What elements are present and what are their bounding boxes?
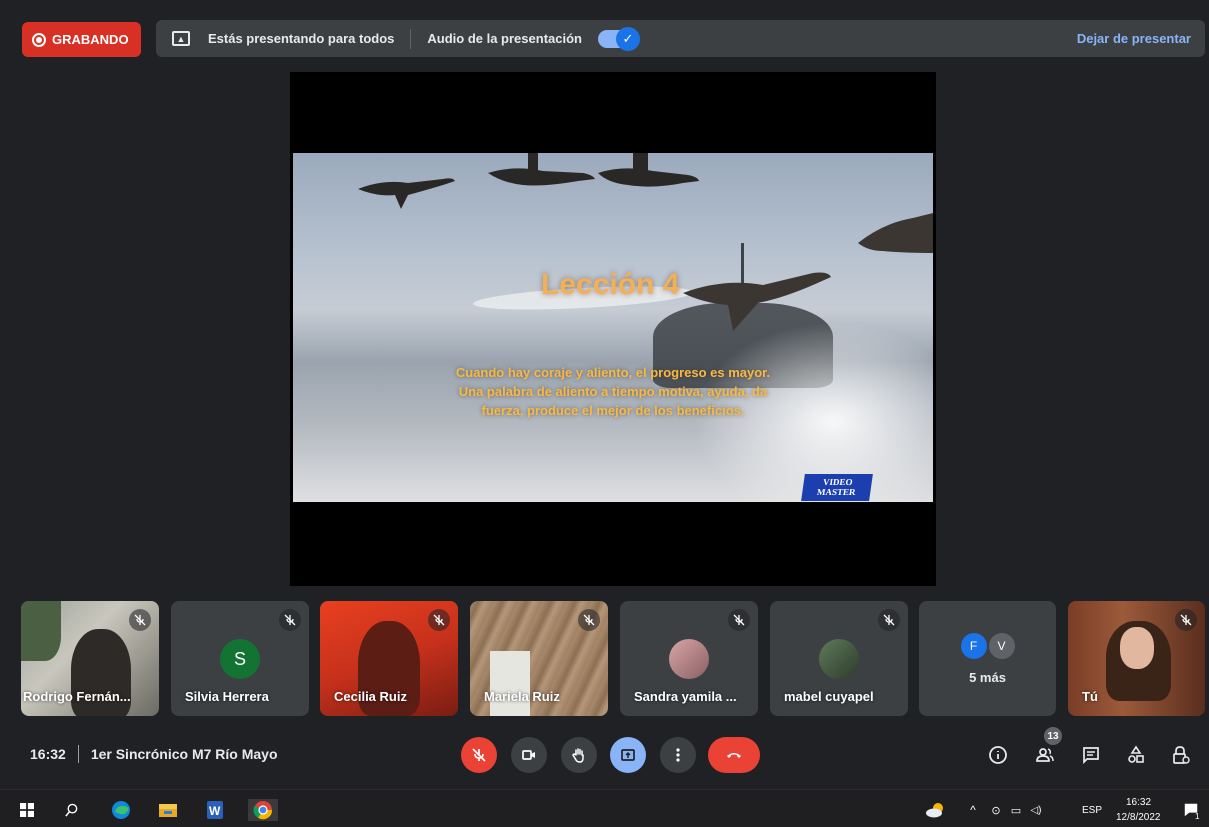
- audio-label: Audio de la presentación: [427, 31, 582, 46]
- goose-1: [358, 178, 455, 209]
- windows-start-icon[interactable]: [16, 799, 38, 821]
- audio-toggle[interactable]: ✓: [597, 26, 640, 51]
- participant-name: Mariela Ruiz: [484, 689, 560, 704]
- avatar: S: [220, 639, 260, 679]
- presenting-banner: ▲ Estás presentando para todos Audio de …: [156, 20, 1205, 57]
- mic-off-icon: [578, 609, 600, 631]
- svg-text:W: W: [209, 804, 221, 818]
- hang-up-icon: [727, 753, 741, 758]
- slide-title: Lección 4: [541, 268, 680, 301]
- mic-off-icon: [728, 609, 750, 631]
- more-label: 5 más: [969, 670, 1006, 685]
- goose-2: [488, 153, 595, 186]
- chevron-up-icon[interactable]: ^: [962, 799, 984, 821]
- meeting-info: 16:32 1er Sincrónico M7 Río Mayo: [30, 745, 278, 763]
- participant-tile[interactable]: mabel cuyapel: [770, 601, 908, 716]
- camera-icon: [522, 750, 535, 760]
- language-indicator[interactable]: ESP: [1082, 805, 1102, 816]
- chrome-icon[interactable]: [248, 799, 278, 821]
- notification-count: 1: [1195, 812, 1200, 821]
- weather-icon[interactable]: [925, 799, 947, 821]
- participant-tile[interactable]: Cecilia Ruiz: [320, 601, 458, 716]
- more-avatars: F V: [960, 633, 1015, 659]
- plant-shape: [21, 601, 61, 661]
- more-participants-tile[interactable]: F V 5 más: [919, 601, 1056, 716]
- speaker-icon[interactable]: ◁): [1025, 799, 1047, 821]
- people-button[interactable]: [1032, 742, 1058, 768]
- recording-indicator[interactable]: GRABANDO: [22, 22, 141, 57]
- host-controls-button[interactable]: [1168, 742, 1194, 768]
- clock-date[interactable]: 12/8/2022: [1116, 812, 1161, 823]
- goose-4: [683, 272, 831, 331]
- file-explorer-icon[interactable]: [157, 799, 179, 821]
- participant-name: Silvia Herrera: [185, 689, 269, 704]
- meeting-time: 16:32: [30, 746, 66, 762]
- meeting-name: 1er Sincrónico M7 Río Mayo: [90, 746, 278, 762]
- search-icon[interactable]: [60, 799, 82, 821]
- mic-off-icon: [472, 748, 486, 762]
- participant-tile[interactable]: S Silvia Herrera: [171, 601, 309, 716]
- present-icon: [621, 749, 635, 761]
- people-count-badge: 13: [1044, 727, 1062, 745]
- self-tile[interactable]: Tú: [1068, 601, 1205, 716]
- clock-time[interactable]: 16:32: [1126, 797, 1151, 808]
- chat-button[interactable]: [1078, 742, 1104, 768]
- check-icon: ✓: [615, 26, 640, 51]
- leave-call-button[interactable]: [708, 737, 760, 773]
- participant-name: Sandra yamila ...: [634, 689, 737, 704]
- present-now-button[interactable]: [610, 737, 646, 773]
- hand-icon: [572, 748, 584, 763]
- avatar: V: [988, 633, 1015, 659]
- avatar: F: [960, 633, 987, 659]
- people-icon: [1036, 748, 1054, 762]
- mic-toggle-button[interactable]: [461, 737, 497, 773]
- stop-presenting-button[interactable]: Dejar de presentar: [1077, 31, 1191, 46]
- avatar: [819, 639, 859, 679]
- camera-toggle-button[interactable]: [511, 737, 547, 773]
- mic-off-icon: [279, 609, 301, 631]
- word-icon[interactable]: W: [204, 799, 226, 821]
- edge-browser-icon[interactable]: [110, 799, 132, 821]
- recording-label: GRABANDO: [52, 32, 129, 47]
- present-screen-icon: ▲: [172, 31, 190, 46]
- activities-icon: [1128, 745, 1144, 763]
- participant-tile[interactable]: Mariela Ruiz: [470, 601, 608, 716]
- raise-hand-button[interactable]: [561, 737, 597, 773]
- participant-name: Rodrigo Fernán...: [23, 689, 131, 704]
- presentation-slide: Lección 4 Cuando hay coraje y aliento, e…: [293, 153, 933, 502]
- presentation-stage: Lección 4 Cuando hay coraje y aliento, e…: [290, 72, 936, 586]
- chat-icon: [1083, 747, 1099, 765]
- divider: [410, 28, 412, 49]
- slide-quote: Cuando hay coraje y aliento, el progreso…: [455, 365, 771, 418]
- participant-name: Tú: [1082, 689, 1098, 704]
- mic-off-icon: [428, 609, 450, 631]
- windows-taskbar: W ^ ⊙ ▭ ◁) ESP 16:32 12/8/2022 1: [0, 789, 1209, 827]
- video-master-logo: VIDEO MASTER: [801, 474, 873, 501]
- lock-person-icon: [1173, 746, 1190, 764]
- record-icon: [32, 32, 46, 47]
- more-options-button[interactable]: [660, 737, 696, 773]
- participant-name: Cecilia Ruiz: [334, 689, 407, 704]
- mic-off-icon: [129, 609, 151, 631]
- divider: [77, 745, 79, 763]
- logo-line-2: MASTER: [816, 487, 857, 497]
- participant-tile[interactable]: Sandra yamila ...: [620, 601, 758, 716]
- logo-line-1: VIDEO: [822, 477, 854, 487]
- meeting-details-button[interactable]: [985, 742, 1011, 768]
- network-icon[interactable]: ▭: [1005, 799, 1027, 821]
- white-object: [490, 651, 530, 716]
- presenting-text: Estás presentando para todos: [208, 31, 395, 46]
- goose-3: [598, 153, 699, 187]
- participant-tile[interactable]: Rodrigo Fernán...: [21, 601, 159, 716]
- face-shape: [1120, 627, 1154, 669]
- info-icon: [989, 746, 1007, 764]
- more-vert-icon: [676, 748, 680, 762]
- activities-button[interactable]: [1123, 742, 1149, 768]
- goose-5: [858, 213, 933, 253]
- participant-name: mabel cuyapel: [784, 689, 874, 704]
- avatar: [669, 639, 709, 679]
- meet-now-icon[interactable]: ⊙: [985, 799, 1007, 821]
- mic-off-icon: [1175, 609, 1197, 631]
- mic-off-icon: [878, 609, 900, 631]
